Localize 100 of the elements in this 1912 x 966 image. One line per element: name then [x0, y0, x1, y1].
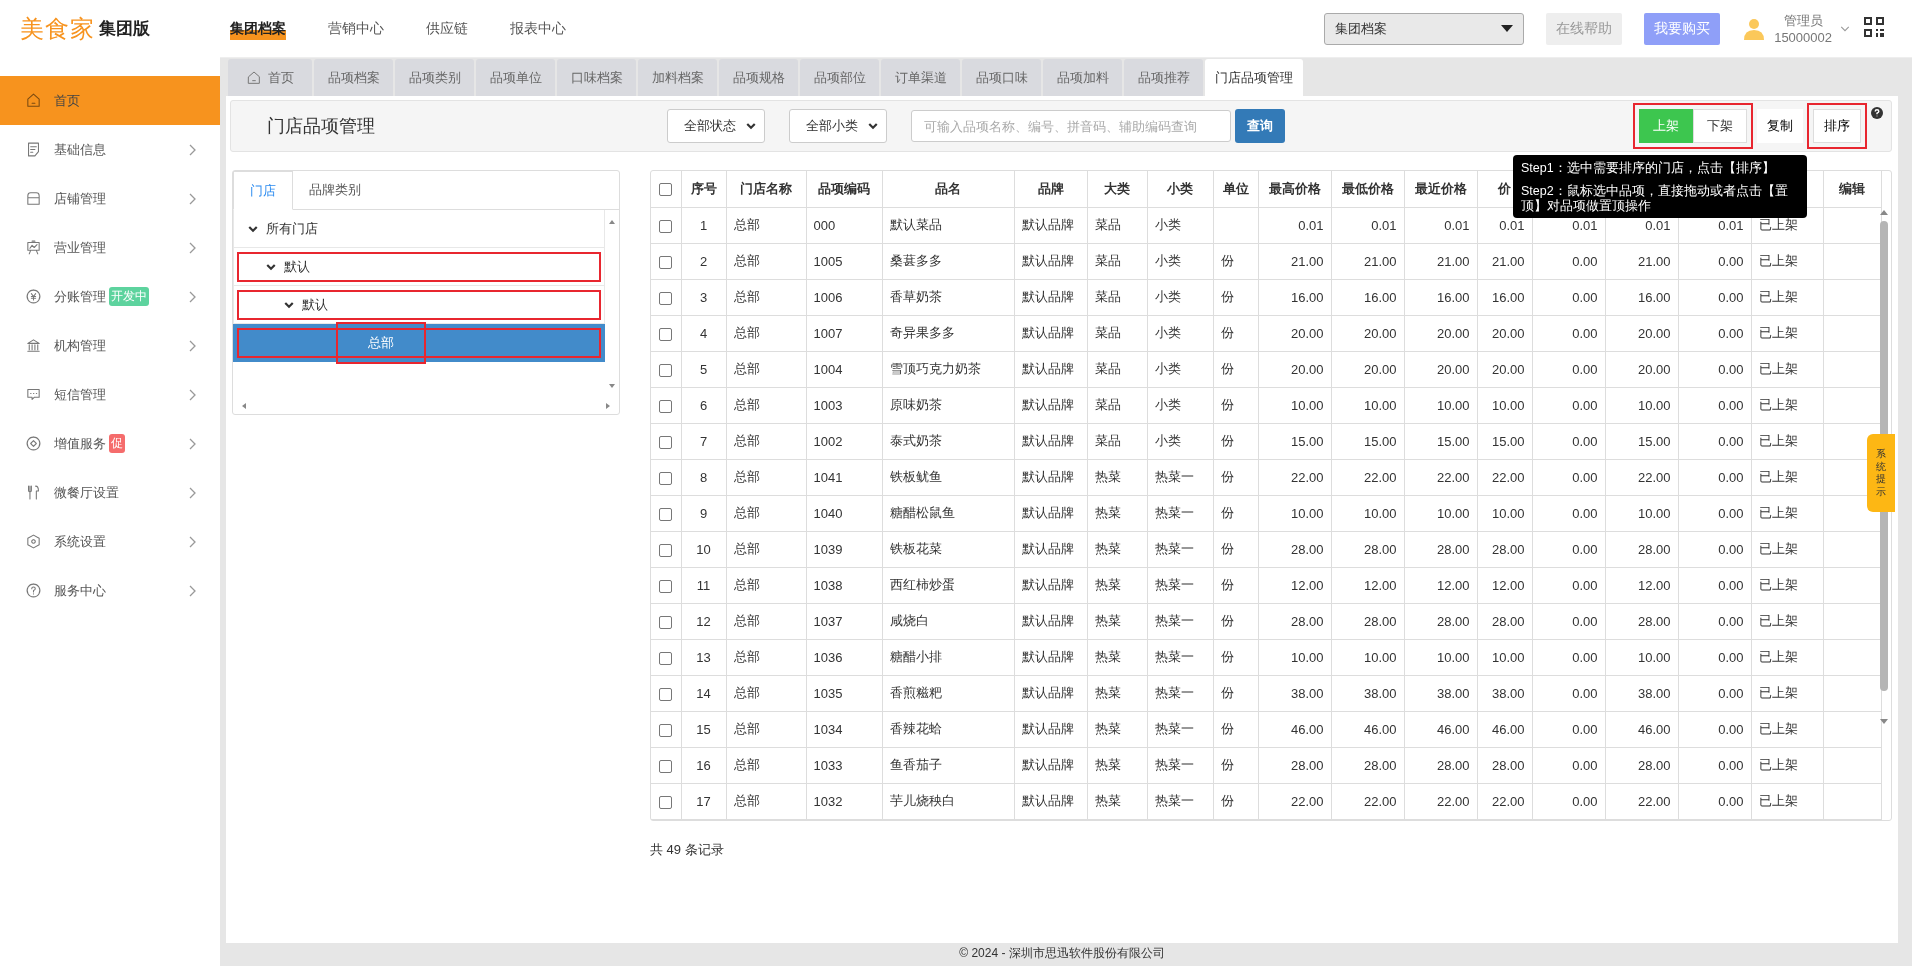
qr-code-icon[interactable]	[1864, 17, 1884, 37]
table-cell: 21.00	[1258, 243, 1331, 279]
table-cell: 总部	[726, 783, 806, 819]
sidebar-item[interactable]: 机构管理	[0, 321, 220, 370]
checkbox[interactable]	[659, 651, 673, 665]
sidebar-item[interactable]: 微餐厅设置	[0, 468, 220, 517]
checkbox[interactable]	[659, 183, 673, 197]
sidebar-item[interactable]: 营业管理	[0, 223, 220, 272]
nav-link[interactable]: 供应链	[426, 17, 468, 40]
page-tab[interactable]: 品项加料	[1043, 59, 1122, 96]
table-cell: 1033	[806, 747, 882, 783]
page-tab[interactable]: 品项推荐	[1124, 59, 1203, 96]
search-button[interactable]: 查询	[1235, 109, 1285, 143]
table-cell: 默认品牌	[1014, 675, 1087, 711]
checkbox[interactable]	[659, 543, 673, 557]
table-cell: 热菜	[1087, 603, 1147, 639]
nav-link[interactable]: 报表中心	[510, 17, 566, 40]
sidebar-item[interactable]: 分账管理 开发中	[0, 272, 220, 321]
sidebar-item[interactable]: 短信管理	[0, 370, 220, 419]
checkbox[interactable]	[659, 579, 673, 593]
page-tab[interactable]: 首页	[228, 59, 312, 96]
sidebar-item[interactable]: 系统设置	[0, 517, 220, 566]
checkbox[interactable]	[659, 723, 673, 737]
table-cell: 菜品	[1087, 279, 1147, 315]
status-toggle-button[interactable]: 下架	[1693, 109, 1747, 143]
checkbox[interactable]	[659, 291, 673, 305]
checkbox[interactable]	[659, 219, 673, 233]
page-tab[interactable]: 口味档案	[557, 59, 636, 96]
table-cell: 已上架	[1751, 711, 1823, 747]
table-cell: 17	[681, 783, 726, 819]
table-cell: 热菜一	[1147, 459, 1213, 495]
panel-tab[interactable]: 门店	[233, 171, 293, 210]
sort-button[interactable]: 排序	[1813, 109, 1861, 143]
sidebar-item[interactable]: 基础信息	[0, 125, 220, 174]
column-header: 最高价格	[1258, 171, 1331, 207]
checkbox[interactable]	[659, 471, 673, 485]
nav-link[interactable]: 营销中心	[328, 17, 384, 40]
copy-button[interactable]: 复制	[1757, 109, 1803, 143]
table-cell: 份	[1213, 387, 1258, 423]
sidebar-item[interactable]: 首页	[0, 76, 220, 125]
checkbox[interactable]	[659, 507, 673, 521]
page-tab[interactable]: 品项口味	[962, 59, 1041, 96]
table-cell: 46.00	[1477, 711, 1532, 747]
column-header: 编辑	[1823, 171, 1881, 207]
table-cell: 0.00	[1678, 351, 1751, 387]
home-icon	[25, 92, 42, 109]
checkbox[interactable]	[659, 327, 673, 341]
filter-select[interactable]: 全部状态	[667, 109, 765, 143]
table-cell: 总部	[726, 459, 806, 495]
scope-select[interactable]: 集团档案	[1324, 12, 1525, 45]
table-cell: 默认品牌	[1014, 639, 1087, 675]
checkbox[interactable]	[659, 759, 673, 773]
sidebar-item[interactable]: 店铺管理	[0, 174, 220, 223]
fork-knife-icon	[25, 484, 42, 501]
table-cell: 份	[1213, 711, 1258, 747]
panel-tab[interactable]: 品牌类别	[293, 171, 377, 209]
checkbox[interactable]	[659, 615, 673, 629]
checkbox[interactable]	[659, 363, 673, 377]
table-cell: 0.00	[1532, 387, 1605, 423]
sidebar-item[interactable]: 增值服务 促	[0, 419, 220, 468]
table-cell: 21.00	[1404, 243, 1477, 279]
checkbox[interactable]	[659, 255, 673, 269]
system-tips-tab[interactable]: 系统提示	[1867, 434, 1895, 512]
checkbox[interactable]	[659, 687, 673, 701]
page-tab[interactable]: 品项单位	[476, 59, 555, 96]
checkbox[interactable]	[659, 795, 673, 809]
table-cell: 已上架	[1751, 603, 1823, 639]
table-cell: 10.00	[1258, 387, 1331, 423]
table-cell: 总部	[726, 531, 806, 567]
table-cell: 份	[1213, 783, 1258, 819]
page-tab[interactable]: 品项类别	[395, 59, 474, 96]
page-tab[interactable]: 订单渠道	[881, 59, 960, 96]
table-cell: 芋儿烧秧白	[882, 783, 1014, 819]
checkbox[interactable]	[659, 435, 673, 449]
tree-node[interactable]: 所有门店	[233, 210, 605, 248]
sidebar-item-label: 店铺管理	[54, 189, 106, 208]
page-tab[interactable]: 品项规格	[719, 59, 798, 96]
page-tab[interactable]: 加料档案	[638, 59, 717, 96]
tree-node[interactable]: 默认	[233, 286, 605, 324]
tree-node[interactable]: 默认	[233, 248, 605, 286]
search-field[interactable]: 可输入品项名称、编号、拼音码、辅助编码查询	[911, 110, 1231, 142]
table-cell: 总部	[726, 603, 806, 639]
filter-select[interactable]: 全部小类	[789, 109, 887, 143]
table-cell: 22.00	[1605, 459, 1678, 495]
table-cell: 菜品	[1087, 207, 1147, 243]
table-cell: 0.00	[1532, 459, 1605, 495]
page-tab[interactable]: 门店品项管理	[1205, 59, 1303, 96]
page-tab[interactable]: 品项档案	[314, 59, 393, 96]
table-cell: 0.00	[1678, 783, 1751, 819]
sidebar-item[interactable]: 服务中心	[0, 566, 220, 615]
chat-bubble-icon	[25, 386, 42, 403]
checkbox[interactable]	[659, 399, 673, 413]
tree-node[interactable]: 总部	[233, 324, 605, 362]
table-cell: 总部	[726, 279, 806, 315]
table-cell: 份	[1213, 351, 1258, 387]
table-cell: 默认品牌	[1014, 711, 1087, 747]
help-icon[interactable]	[1871, 107, 1883, 119]
chevron-down-icon	[868, 121, 878, 131]
edition-label: 集团版	[99, 18, 150, 40]
page-tab[interactable]: 品项部位	[800, 59, 879, 96]
